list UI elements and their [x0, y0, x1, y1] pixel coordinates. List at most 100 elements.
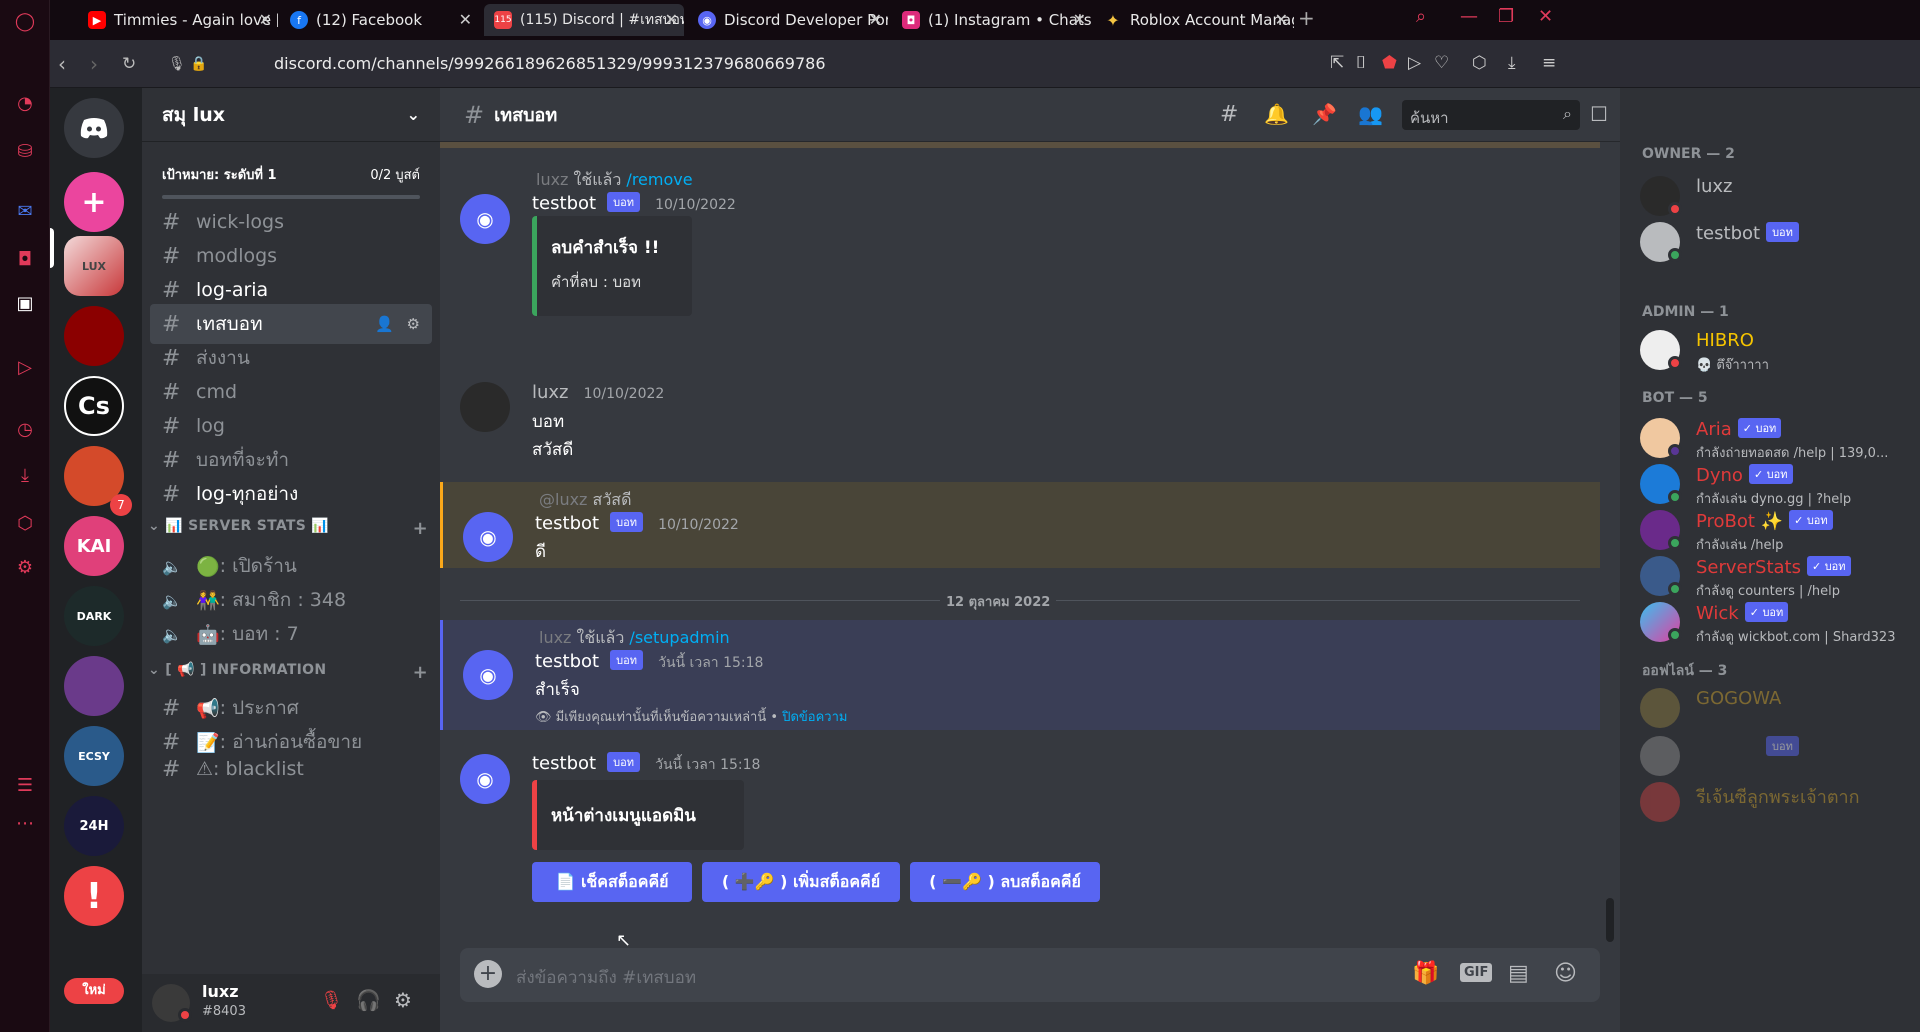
bot-avatar[interactable]: ◉	[463, 512, 513, 562]
bot-avatar[interactable]: ◉	[460, 754, 510, 804]
camera-icon[interactable]: ⌷	[1356, 53, 1366, 73]
author-name[interactable]: testbot	[532, 753, 596, 774]
reply-preview[interactable]: @luxz สวัสดี	[539, 488, 631, 513]
member-item[interactable]: luxz	[1640, 172, 1910, 218]
headphones-icon[interactable]: 🎧	[356, 988, 381, 1012]
more-icon[interactable]: ⋯	[12, 810, 38, 836]
category-information[interactable]: ⌄ [ 📢 ] INFORMATION +	[148, 662, 428, 683]
easy-setup-icon[interactable]: ≡	[1542, 53, 1556, 73]
channel-log-everything[interactable]: # log-ทุกอย่าง	[150, 474, 432, 514]
gif-icon[interactable]: GIF	[1460, 963, 1493, 982]
channel-blacklist[interactable]: # ⚠: blacklist	[150, 756, 432, 782]
microphone-icon[interactable]: 🎙	[168, 56, 186, 72]
minimize-button[interactable]: —	[1460, 6, 1478, 27]
history-icon[interactable]: ◷	[12, 416, 38, 442]
maximize-button[interactable]: ❐	[1498, 6, 1514, 27]
guild-lux[interactable]: LUX	[64, 236, 124, 296]
forward-icon[interactable]: ›	[90, 52, 98, 76]
guild-icon[interactable]: DARK	[64, 586, 124, 646]
boost-goal[interactable]: เป้าหมาย: ระดับที่ 1 0/2 บูสต์	[162, 164, 420, 199]
workspaces-icon[interactable]: ☰	[12, 772, 38, 798]
scrollbar[interactable]	[1606, 898, 1614, 942]
extensions-icon[interactable]: ⬡	[12, 510, 38, 536]
gift-icon[interactable]: 🎁	[1412, 961, 1439, 986]
member-item[interactable]: บอท	[1640, 732, 1910, 778]
member-item[interactable]: testbot บอท	[1640, 218, 1910, 264]
url-field[interactable]: discord.com/channels/999266189626851329/…	[274, 54, 826, 73]
check-stock-button[interactable]: 📄 เช็คสต็อคคีย์	[532, 862, 692, 902]
member-item[interactable]: HIBRO 💀 ตึจ๊าาาาา	[1640, 326, 1910, 373]
close-icon[interactable]: ✕	[665, 10, 678, 29]
guild-icon[interactable]	[64, 656, 124, 716]
add-attachment-icon[interactable]: +	[474, 960, 502, 988]
avatar[interactable]	[460, 382, 510, 432]
close-icon[interactable]: ✕	[259, 10, 272, 29]
member-item[interactable]: GOGOWA	[1640, 684, 1910, 730]
reload-icon[interactable]: ↻	[122, 54, 136, 74]
settings-icon[interactable]: ⚙	[394, 988, 412, 1012]
speed-dial-icon[interactable]: ◔	[12, 90, 38, 116]
sticker-icon[interactable]: ▤	[1508, 961, 1529, 986]
guild-icon[interactable]: ECSY	[64, 726, 124, 786]
voice-channel[interactable]: 🔈 🤖: บอท : 7	[150, 614, 432, 654]
close-icon[interactable]: ✕	[1275, 10, 1288, 29]
search-input[interactable]: ค้นหา ⌕	[1402, 100, 1580, 130]
tab-developer-portal[interactable]: ◉ Discord Developer Portal ✕	[688, 4, 888, 36]
downloads-icon[interactable]: ⤓	[12, 462, 38, 488]
search-tabs-icon[interactable]: ⌕	[1416, 6, 1426, 27]
close-icon[interactable]: ✕	[1073, 10, 1086, 29]
server-header[interactable]: สมุ lux ⌄	[142, 88, 440, 142]
invite-icon[interactable]: 👤	[375, 315, 394, 333]
author-name[interactable]: testbot	[535, 651, 599, 672]
new-badge[interactable]: ใหม่	[64, 978, 124, 1004]
settings-icon[interactable]: ⚙	[12, 554, 38, 580]
add-channel-icon[interactable]: +	[413, 662, 428, 683]
bell-icon[interactable]: 🔔	[1264, 102, 1289, 126]
tab-instagram[interactable]: ◘ (1) Instagram • Chats ✕	[892, 4, 1092, 36]
threads-icon[interactable]: #	[1220, 102, 1238, 127]
new-tab-button[interactable]: +	[1298, 6, 1315, 30]
add-server-icon[interactable]: +	[64, 172, 124, 232]
emoji-icon[interactable]: ☺	[1554, 961, 1577, 986]
pin-icon[interactable]: 📌	[1312, 102, 1337, 126]
author-name[interactable]: luxz	[532, 382, 569, 403]
discord-app-icon[interactable]: ▣	[12, 290, 38, 316]
author-name[interactable]: testbot	[532, 193, 596, 214]
remove-stock-button[interactable]: ( ➖🔑 ) ลบสต็อคคีย์	[910, 862, 1100, 902]
heart-icon[interactable]: ♡	[1434, 53, 1449, 73]
guild-icon[interactable]	[64, 306, 124, 366]
member-item[interactable]: รีเจ้นซีลูกพระเจ้าตาก	[1640, 778, 1910, 824]
close-window-button[interactable]: ✕	[1538, 6, 1553, 27]
messenger-icon[interactable]: ✉	[12, 198, 38, 224]
member-item[interactable]: ProBot ✨ ✓ บอท กำลังเล่น /help	[1640, 506, 1910, 553]
member-item[interactable]: Dyno ✓ บอท กำลังเล่น dyno.gg | ?help	[1640, 460, 1910, 507]
guild-icon[interactable]: !	[64, 866, 124, 926]
send-icon[interactable]: ▷	[1408, 53, 1421, 73]
shopping-icon[interactable]: ⛁	[12, 138, 38, 164]
member-item[interactable]: Aria ✓ บอท กำลังถ่ายทอดสด /help | 139,0..…	[1640, 414, 1910, 461]
guild-icon[interactable]: 24H	[64, 796, 124, 856]
members-icon[interactable]: 👥	[1358, 102, 1383, 126]
tab-roblox[interactable]: ✦ Roblox Account Manager - ✕	[1094, 4, 1294, 36]
dismiss-link[interactable]: ปิดข้อความ	[782, 710, 847, 725]
box-icon[interactable]: ⬡	[1472, 53, 1487, 73]
mute-icon[interactable]: 🎙	[320, 990, 343, 1011]
adblock-icon[interactable]: ⬟	[1382, 53, 1397, 73]
back-icon[interactable]: ‹	[58, 52, 66, 76]
close-icon[interactable]: ✕	[459, 10, 472, 29]
discord-home-icon[interactable]	[64, 98, 124, 158]
opera-logo-icon[interactable]: ◯	[12, 8, 38, 34]
lock-icon[interactable]: 🔒	[190, 56, 207, 72]
add-channel-icon[interactable]: +	[413, 518, 428, 539]
add-stock-button[interactable]: ( ➕🔑 ) เพิ่มสต็อคคีย์	[702, 862, 900, 902]
author-name[interactable]: testbot	[535, 513, 599, 534]
member-item[interactable]: ServerStats ✓ บอท กำลังดู counters | /hel…	[1640, 552, 1910, 599]
share-icon[interactable]: ⇱	[1330, 53, 1344, 73]
guild-icon[interactable]: KAI	[64, 516, 124, 576]
bot-avatar[interactable]: ◉	[463, 650, 513, 700]
member-item[interactable]: Wick ✓ บอท กำลังดู wickbot.com | Shard323	[1640, 598, 1910, 645]
bot-avatar[interactable]: ◉	[460, 194, 510, 244]
reply-preview[interactable]: luxz ใช้แล้ว /remove	[536, 168, 693, 193]
reply-preview[interactable]: luxz ใช้แล้ว /setupadmin	[539, 626, 730, 651]
tab-facebook[interactable]: f (12) Facebook ✕	[280, 4, 478, 36]
